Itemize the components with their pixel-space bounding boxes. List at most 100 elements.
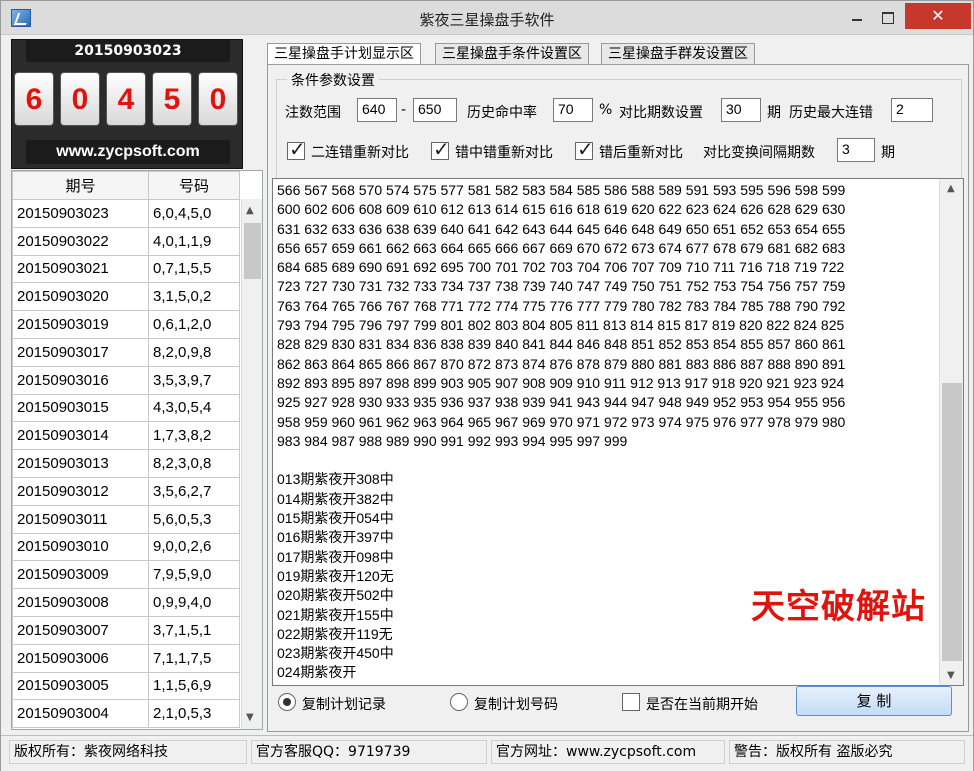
table-row[interactable]: 20150903005 1,1,5,6,9 <box>11 671 240 701</box>
checkbox-after-miss[interactable] <box>575 137 594 161</box>
percent-sign: % <box>599 102 613 118</box>
range-separator: - <box>401 102 407 118</box>
scroll-thumb[interactable] <box>244 223 261 279</box>
number-cell: 7,1,1,7,5 <box>148 643 240 673</box>
scroll-up-icon[interactable]: ▲ <box>246 205 254 216</box>
period-cell: 20150903022 <box>11 226 150 256</box>
period-cell: 20150903008 <box>11 588 150 617</box>
tab-condition-settings[interactable]: 三星操盘手条件设置区 <box>435 43 589 65</box>
table-row[interactable]: 20150903014 1,7,3,8,2 <box>11 421 240 451</box>
period-cell: 20150903006 <box>11 643 150 673</box>
interval-unit: 期 <box>881 145 895 161</box>
tab-bar: 三星操盘手计划显示区 三星操盘手条件设置区 三星操盘手群发设置区 <box>267 43 967 67</box>
status-bar: 版权所有：紫夜网络科技 官方客服QQ：9719739 官方网址：www.zycp… <box>1 735 973 771</box>
number-cell: 3,1,5,0,2 <box>148 282 240 312</box>
column-header-number[interactable]: 号码 <box>148 171 240 200</box>
radio-copy-numbers[interactable] <box>450 693 468 711</box>
scroll-thumb[interactable] <box>942 383 962 661</box>
period-cell: 20150903007 <box>11 615 150 645</box>
plan-display-pane: 条件参数设置 注数范围 640 - 650 历史命中率 70 % 对比期数设置 … <box>267 64 969 732</box>
table-row[interactable]: 20150903022 4,0,1,1,9 <box>11 226 240 256</box>
period-cell: 20150903023 <box>11 199 150 228</box>
draw-digit: 0 <box>198 72 238 126</box>
table-row[interactable]: 20150903023 6,0,4,5,0 <box>11 199 240 228</box>
table-row[interactable]: 20150903007 3,7,1,5,1 <box>11 615 240 645</box>
output-scrollbar[interactable]: ▲ ▼ <box>939 179 963 685</box>
radio-copy-record-label[interactable]: 复制计划记录 <box>302 694 386 714</box>
table-row[interactable]: 20150903009 7,9,5,9,0 <box>11 560 240 590</box>
table-row[interactable]: 20150903011 5,6,0,5,3 <box>11 504 240 534</box>
status-copyright: 版权所有：紫夜网络科技 <box>9 740 247 764</box>
periods-label: 对比期数设置 <box>619 105 703 121</box>
table-row[interactable]: 20150903017 8,2,0,9,8 <box>11 337 240 367</box>
periods-unit: 期 <box>767 105 781 121</box>
draw-history-list[interactable]: 期号 号码 20150903023 6,0,4,5,0 20150903022 4,0… <box>11 170 263 730</box>
table-row[interactable]: 20150903012 3,5,6,2,7 <box>11 476 240 506</box>
table-row[interactable]: 20150903019 0,6,1,2,0 <box>11 310 240 339</box>
checkbox-double-miss[interactable] <box>287 137 306 161</box>
number-cell: 5,6,0,5,3 <box>148 504 240 534</box>
minimize-button[interactable] <box>843 7 871 27</box>
checkbox-miss-hit-miss[interactable] <box>431 137 450 161</box>
scroll-down-icon[interactable]: ▼ <box>947 670 955 681</box>
draw-digit: 5 <box>152 72 192 126</box>
hit-rate-input[interactable]: 70 <box>553 98 593 122</box>
interval-input[interactable]: 3 <box>837 138 875 162</box>
latest-draw-panel: 20150903023 6 0 4 5 0 www.zycpsoft.com <box>11 39 243 169</box>
history-scrollbar[interactable]: ▲ ▼ <box>241 199 262 729</box>
max-streak-input[interactable]: 2 <box>891 98 933 122</box>
scroll-down-icon[interactable]: ▼ <box>246 712 254 723</box>
table-row[interactable]: 20150903006 7,1,1,7,5 <box>11 643 240 673</box>
table-row[interactable]: 20150903016 3,5,3,9,7 <box>11 365 240 395</box>
watermark-text: 天空破解站 <box>751 587 926 627</box>
radio-copy-numbers-label[interactable]: 复制计划号码 <box>474 694 558 714</box>
table-row[interactable]: 20150903020 3,1,5,0,2 <box>11 282 240 312</box>
maximize-button[interactable] <box>873 7 901 27</box>
hit-rate-label: 历史命中率 <box>467 105 537 121</box>
period-cell: 20150903021 <box>11 254 150 284</box>
number-cell: 7,9,5,9,0 <box>148 560 240 590</box>
column-header-period[interactable]: 期号 <box>11 171 150 200</box>
title-bar[interactable]: 紫夜三星操盘手软件 ✕ <box>1 1 973 35</box>
number-cell: 4,3,0,5,4 <box>148 393 240 423</box>
number-cell: 2,1,0,5,3 <box>148 699 240 729</box>
condition-settings-group: 条件参数设置 注数范围 640 - 650 历史命中率 70 % 对比期数设置 … <box>276 70 962 181</box>
number-cell: 8,2,3,0,8 <box>148 449 240 478</box>
draw-digit: 0 <box>60 72 100 126</box>
number-cell: 0,6,1,2,0 <box>148 310 240 339</box>
table-row[interactable]: 20150903008 0,9,9,4,0 <box>11 588 240 617</box>
range-max-input[interactable]: 650 <box>413 98 457 122</box>
table-row[interactable]: 20150903004 2,1,0,5,3 <box>11 699 240 729</box>
table-row[interactable]: 20150903015 4,3,0,5,4 <box>11 393 240 423</box>
scroll-up-icon[interactable]: ▲ <box>947 183 955 194</box>
status-qq: 官方客服QQ：9719739 <box>251 740 487 764</box>
period-cell: 20150903010 <box>11 532 150 562</box>
checkbox-start-current[interactable] <box>622 693 640 711</box>
period-cell: 20150903014 <box>11 421 150 451</box>
period-cell: 20150903011 <box>11 504 150 534</box>
checkbox-double-miss-label[interactable]: 二连错重新对比 <box>311 142 409 162</box>
number-cell: 0,7,1,5,5 <box>148 254 240 284</box>
status-warning: 警告：版权所有 盗版必究 <box>729 740 965 764</box>
copy-button[interactable]: 复 制 <box>796 686 952 716</box>
checkbox-miss-hit-miss-label[interactable]: 错中错重新对比 <box>455 142 553 162</box>
latest-draw-digits: 6 0 4 5 0 <box>14 72 242 128</box>
window-title: 紫夜三星操盘手软件 <box>419 11 555 29</box>
table-row[interactable]: 20150903021 0,7,1,5,5 <box>11 254 240 284</box>
checkbox-after-miss-label[interactable]: 错后重新对比 <box>599 142 683 162</box>
draw-history-table: 期号 号码 20150903023 6,0,4,5,0 20150903022 4,0… <box>11 171 240 729</box>
app-window: 紫夜三星操盘手软件 ✕ 20150903023 6 0 4 5 0 www.zy… <box>0 0 974 771</box>
plan-output-textarea[interactable]: 566 567 568 570 574 575 577 581 582 583 … <box>272 178 964 686</box>
period-cell: 20150903015 <box>11 393 150 423</box>
interval-label: 对比变换间隔期数 <box>703 145 815 161</box>
number-cell: 3,5,3,9,7 <box>148 365 240 395</box>
tab-broadcast-settings[interactable]: 三星操盘手群发设置区 <box>601 43 755 65</box>
table-row[interactable]: 20150903013 8,2,3,0,8 <box>11 449 240 478</box>
periods-input[interactable]: 30 <box>721 98 761 122</box>
number-cell: 6,0,4,5,0 <box>148 199 240 228</box>
range-min-input[interactable]: 640 <box>357 98 397 122</box>
close-button[interactable]: ✕ <box>905 3 971 29</box>
radio-copy-record[interactable] <box>278 693 296 711</box>
checkbox-start-current-label[interactable]: 是否在当前期开始 <box>646 694 758 714</box>
table-row[interactable]: 20150903010 9,0,0,2,6 <box>11 532 240 562</box>
